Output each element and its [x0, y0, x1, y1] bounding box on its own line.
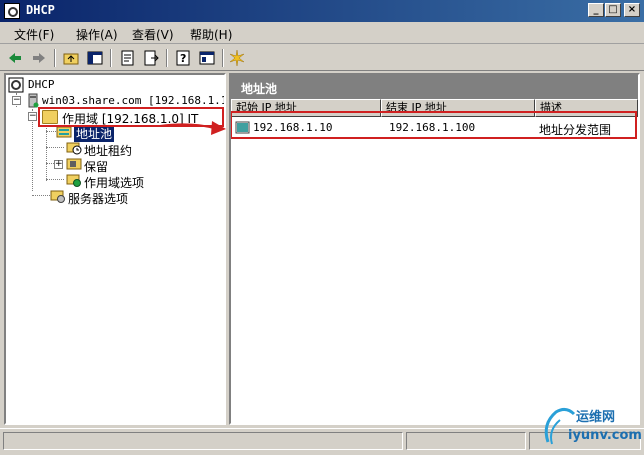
up-folder-icon[interactable] — [62, 49, 80, 67]
toolbar: ? — [0, 45, 644, 71]
address-lease-icon — [66, 142, 82, 155]
toolbar-separator — [222, 49, 224, 67]
back-arrow-icon[interactable] — [6, 49, 24, 67]
status-cell-main — [3, 432, 403, 450]
properties-icon[interactable] — [118, 49, 136, 67]
expand-toggle[interactable]: − — [28, 112, 37, 121]
forward-arrow-icon[interactable] — [30, 49, 48, 67]
details-title: 地址池 — [241, 82, 278, 96]
tree-label-reservations: 保留 — [84, 160, 109, 174]
dhcp-root-icon — [8, 77, 24, 93]
help-icon[interactable]: ? — [174, 49, 192, 67]
svg-text:?: ? — [180, 52, 186, 65]
tree-label-pool: 地址池 — [74, 125, 115, 142]
watermark-url: iyunv.com — [568, 428, 642, 443]
console-tree[interactable]: DHCP − win03.share.com [192.168.1.10 − 作… — [4, 73, 226, 425]
reservation-icon — [66, 158, 82, 170]
details-header: 地址池 — [231, 75, 638, 99]
toolbar-separator — [110, 49, 112, 67]
tree-line — [46, 179, 64, 180]
watermark: 运维网 iyunv.com — [540, 400, 642, 450]
address-pool-icon — [56, 126, 72, 138]
expand-toggle[interactable]: + — [54, 160, 63, 169]
dhcp-app-icon — [4, 3, 20, 19]
tree-label-scope-options: 作用域选项 — [84, 176, 145, 190]
minimize-button[interactable]: _ — [588, 3, 604, 17]
menu-file[interactable]: 文件(F) — [14, 26, 54, 43]
toolbar-separator — [166, 49, 168, 67]
window-title: DHCP — [26, 3, 55, 17]
tree-label-dhcp: DHCP — [28, 78, 55, 91]
tree-line — [46, 147, 64, 148]
console-icon[interactable] — [198, 49, 216, 67]
status-cell-2 — [406, 432, 526, 450]
tree-label-server: win03.share.com [192.168.1.10 — [42, 94, 226, 107]
toolbar-separator — [54, 49, 56, 67]
scope-options-icon — [66, 174, 81, 187]
tree-line — [32, 109, 33, 191]
annotation-box-scope — [38, 107, 224, 127]
menu-action[interactable]: 操作(A) — [76, 26, 118, 43]
menu-view[interactable]: 查看(V) — [132, 26, 174, 43]
tree-label-server-options: 服务器选项 — [68, 192, 129, 206]
menu-help[interactable]: 帮助(H) — [190, 26, 232, 43]
tree-label-leases: 地址租约 — [84, 144, 133, 158]
tree-line — [32, 195, 50, 196]
server-options-icon — [50, 190, 65, 203]
close-button[interactable]: × — [624, 3, 640, 17]
show-tree-icon[interactable] — [86, 49, 104, 67]
watermark-brand: 运维网 — [576, 410, 616, 425]
tree-line — [46, 125, 47, 181]
annotation-box-row — [231, 111, 637, 139]
export-list-icon[interactable] — [142, 49, 160, 67]
expand-toggle[interactable]: − — [12, 96, 21, 105]
add-server-icon[interactable] — [228, 49, 246, 67]
maximize-button[interactable]: □ — [605, 3, 621, 17]
details-pane[interactable]: 地址池 起始 IP 地址 结束 IP 地址 描述 192.168.1.10 19… — [229, 73, 640, 425]
title-bar[interactable]: DHCP _ □ × — [0, 0, 644, 22]
menu-bar: 文件(F) 操作(A) 查看(V) 帮助(H) — [0, 22, 644, 44]
